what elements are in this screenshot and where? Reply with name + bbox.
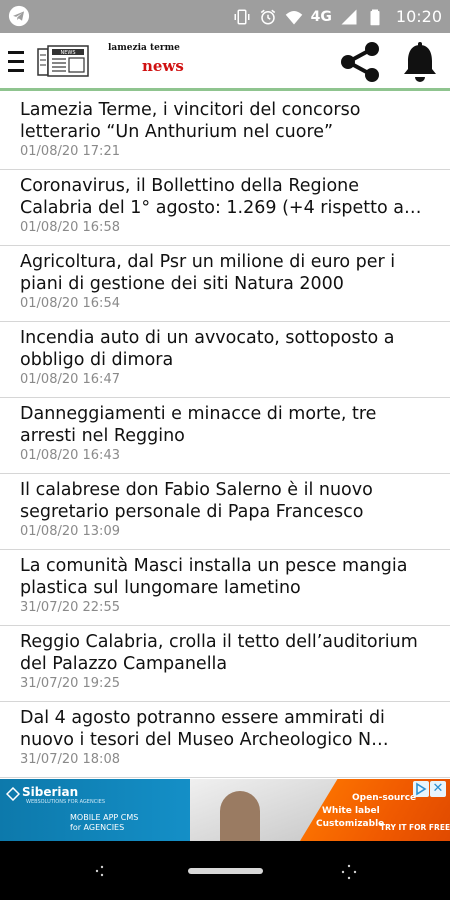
- newspaper-icon: NEWS: [37, 45, 89, 77]
- signal-icon: [341, 9, 357, 24]
- ad-feature: Open-source: [352, 793, 417, 803]
- app-logo: lamezia terme news: [108, 43, 198, 83]
- news-item[interactable]: Coronavirus, il Bollettino della Regione…: [0, 170, 450, 246]
- ad-cms-line1: MOBILE APP CMS: [70, 813, 139, 822]
- siberian-logo-icon: [6, 787, 20, 801]
- ad-close-button[interactable]: ✕: [430, 781, 446, 797]
- ad-cta[interactable]: TRY IT FOR FREE: [380, 823, 450, 832]
- ad-brand: Siberian: [22, 785, 79, 799]
- news-date: 01/08/20 16:43: [20, 448, 120, 463]
- news-title: Il calabrese don Fabio Salerno è il nuov…: [20, 480, 373, 522]
- telegram-icon: [8, 5, 30, 27]
- news-date: 31/07/20 19:25: [20, 676, 120, 691]
- bell-icon[interactable]: [400, 41, 440, 85]
- share-icon[interactable]: [336, 39, 384, 85]
- home-pill[interactable]: [188, 868, 263, 874]
- battery-icon: [370, 9, 380, 25]
- news-item[interactable]: Danneggiamenti e minacce di morte, tre a…: [0, 398, 450, 474]
- news-date: 01/08/20 16:54: [20, 296, 120, 311]
- news-item[interactable]: Il calabrese don Fabio Salerno è il nuov…: [0, 474, 450, 550]
- news-title: La comunità Masci installa un pesce mang…: [20, 556, 408, 598]
- news-title: Incendia auto di un avvocato, sottoposto…: [20, 328, 395, 370]
- news-item[interactable]: Agricoltura, dal Psr un milione di euro …: [0, 246, 450, 322]
- network-type: 4G: [310, 8, 332, 25]
- news-title: Reggio Calabria, crolla il tetto dell’au…: [20, 632, 418, 674]
- alarm-icon: [260, 9, 275, 24]
- news-date: 01/08/20 16:47: [20, 372, 120, 387]
- news-title: Coronavirus, il Bollettino della Regione…: [20, 176, 405, 218]
- app-bar: NEWS lamezia terme news: [0, 33, 450, 91]
- news-date: 01/08/20 16:58: [20, 220, 120, 235]
- logo-line1: lamezia terme: [108, 43, 180, 53]
- logo-line2: news: [142, 57, 184, 75]
- clock: 10:20: [395, 7, 442, 26]
- menu-icon[interactable]: [8, 51, 28, 73]
- back-icon[interactable]: [92, 863, 108, 879]
- news-date: 31/07/20 22:55: [20, 600, 120, 615]
- news-title: Agricoltura, dal Psr un milione di euro …: [20, 252, 396, 294]
- news-list: Lamezia Terme, i vincitori del concorso …: [0, 94, 450, 778]
- news-date: 01/08/20 13:09: [20, 524, 120, 539]
- svg-text:NEWS: NEWS: [60, 50, 75, 56]
- status-icons: 4G 10:20: [233, 0, 442, 33]
- news-item[interactable]: Lamezia Terme, i vincitori del concorso …: [0, 94, 450, 170]
- vibrate-icon: [234, 9, 250, 24]
- news-item[interactable]: Reggio Calabria, crolla il tetto dell’au…: [0, 626, 450, 702]
- ad-banner[interactable]: Siberian WEBSOLUTIONS FOR AGENCIES MOBIL…: [0, 779, 450, 841]
- status-bar: 4G 10:20: [0, 0, 450, 33]
- ad-feature: White label: [322, 806, 380, 816]
- news-item[interactable]: Incendia auto di un avvocato, sottoposto…: [0, 322, 450, 398]
- news-date: 31/07/20 18:08: [20, 752, 120, 767]
- ad-cms-line2: for AGENCIES: [70, 823, 125, 832]
- news-title: Danneggiamenti e minacce di morte, tre a…: [20, 404, 377, 446]
- recent-apps-icon[interactable]: [340, 863, 358, 881]
- adchoices-icon[interactable]: [413, 781, 429, 797]
- news-item[interactable]: Dal 4 agosto potranno essere ammirati di…: [0, 702, 450, 778]
- ad-brand-sub: WEBSOLUTIONS FOR AGENCIES: [26, 799, 105, 805]
- ad-feature: Customizable: [316, 819, 385, 829]
- wifi-icon: [285, 10, 302, 24]
- ad-cms-text: MOBILE APP CMS for AGENCIES: [70, 813, 138, 833]
- news-title: Lamezia Terme, i vincitori del concorso …: [20, 100, 361, 142]
- app-bar-divider: [0, 88, 450, 91]
- navigation-bar: [0, 841, 450, 900]
- ad-person-image: [220, 791, 260, 841]
- news-title: Dal 4 agosto potranno essere ammirati di…: [20, 708, 389, 750]
- news-date: 01/08/20 17:21: [20, 144, 120, 159]
- news-item[interactable]: La comunità Masci installa un pesce mang…: [0, 550, 450, 626]
